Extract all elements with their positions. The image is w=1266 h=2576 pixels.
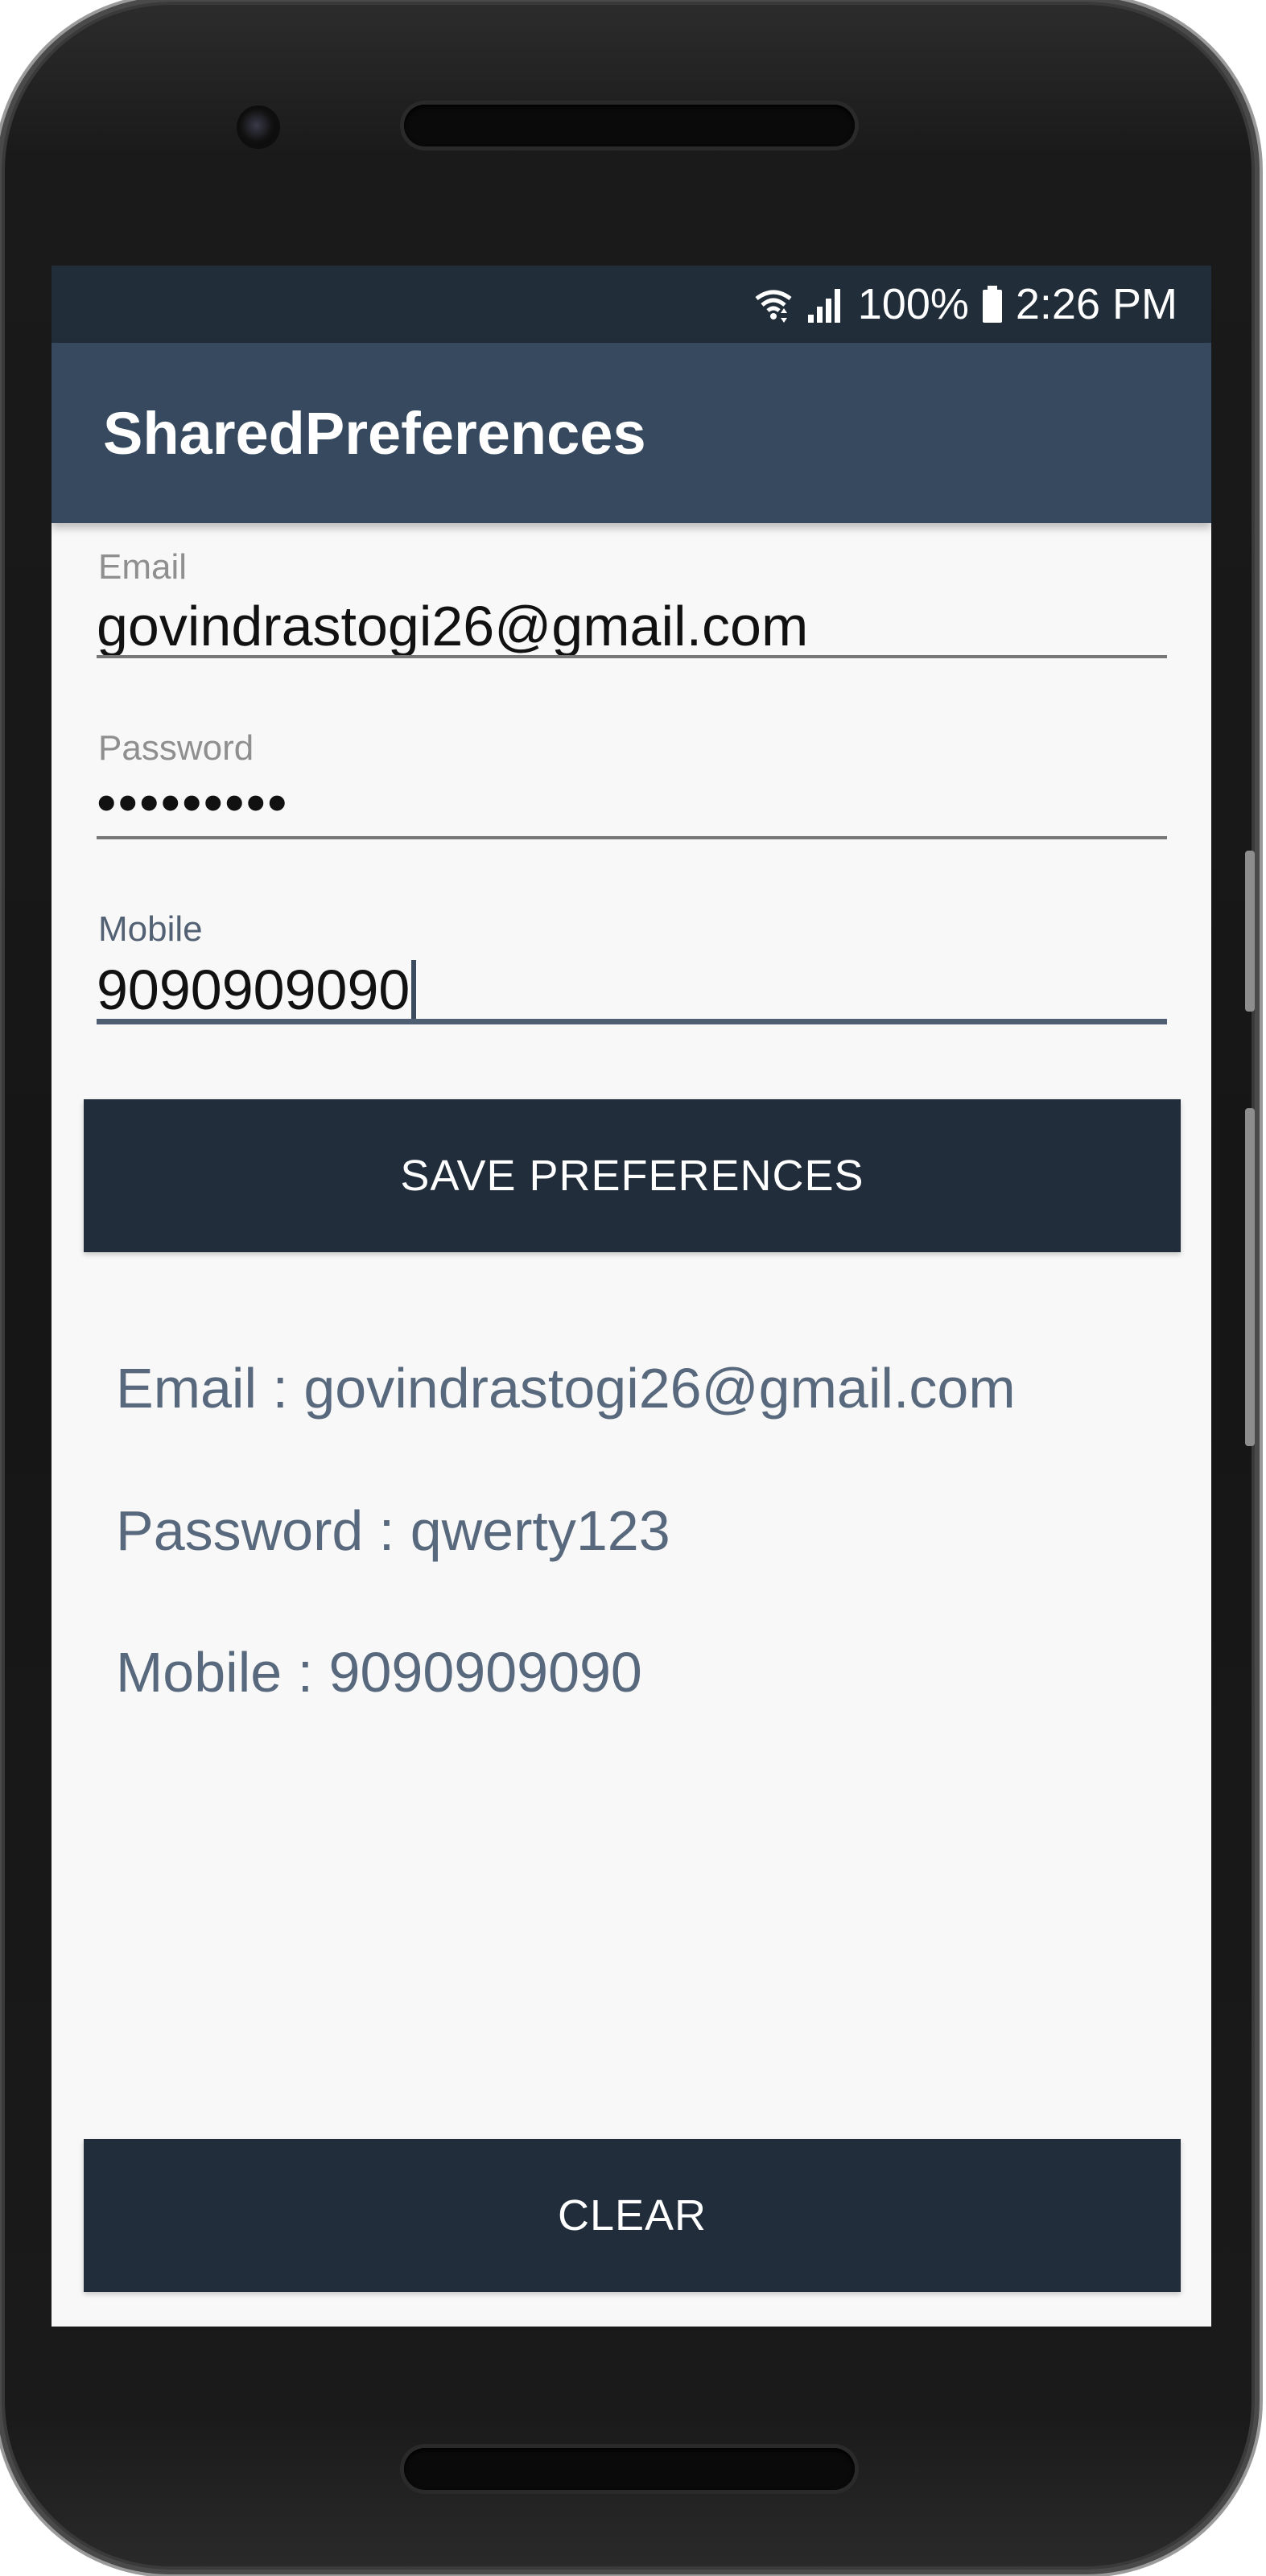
status-bar: 100% 2:26 PM (52, 266, 1211, 343)
password-field[interactable]: Password ••••••••• (97, 728, 1167, 839)
app-screen: 100% 2:26 PM SharedPreferences Email gov… (52, 266, 1211, 2327)
email-field[interactable]: Email govindrastogi26@gmail.com (97, 547, 1167, 658)
app-title: SharedPreferences (103, 399, 646, 467)
mobile-input[interactable]: 9090909090 (97, 958, 410, 1021)
saved-email-text: Email : govindrastogi26@gmail.com (116, 1357, 1016, 1420)
phone-frame: 100% 2:26 PM SharedPreferences Email gov… (2, 2, 1255, 2570)
battery-percent: 100% (857, 280, 969, 328)
top-speaker-grille (404, 105, 855, 146)
email-input[interactable]: govindrastogi26@gmail.com (97, 594, 808, 658)
password-input[interactable]: ••••••••• (97, 770, 289, 835)
signal-icon (805, 284, 847, 324)
password-field-label: Password (98, 728, 254, 768)
text-cursor (411, 959, 417, 1023)
volume-button (1245, 851, 1255, 1012)
mobile-underline (97, 1019, 1167, 1024)
bottom-speaker-grille (404, 2448, 855, 2490)
battery-icon (980, 284, 1004, 324)
clock: 2:26 PM (1015, 280, 1177, 328)
email-underline (97, 655, 1167, 658)
front-camera (240, 109, 277, 146)
password-underline (97, 836, 1167, 839)
clear-button[interactable]: CLEAR (84, 2139, 1181, 2292)
saved-mobile-text: Mobile : 9090909090 (116, 1641, 642, 1704)
power-button (1245, 1108, 1255, 1446)
app-bar: SharedPreferences (52, 343, 1211, 523)
email-field-label: Email (98, 547, 188, 587)
mobile-field-label: Mobile (98, 909, 203, 949)
mobile-input-wrap[interactable]: 9090909090 (97, 958, 417, 1026)
mobile-field[interactable]: Mobile 9090909090 (97, 909, 1167, 1024)
wifi-icon (753, 284, 794, 324)
saved-password-text: Password : qwerty123 (116, 1499, 670, 1562)
save-preferences-button[interactable]: SAVE PREFERENCES (84, 1099, 1181, 1252)
